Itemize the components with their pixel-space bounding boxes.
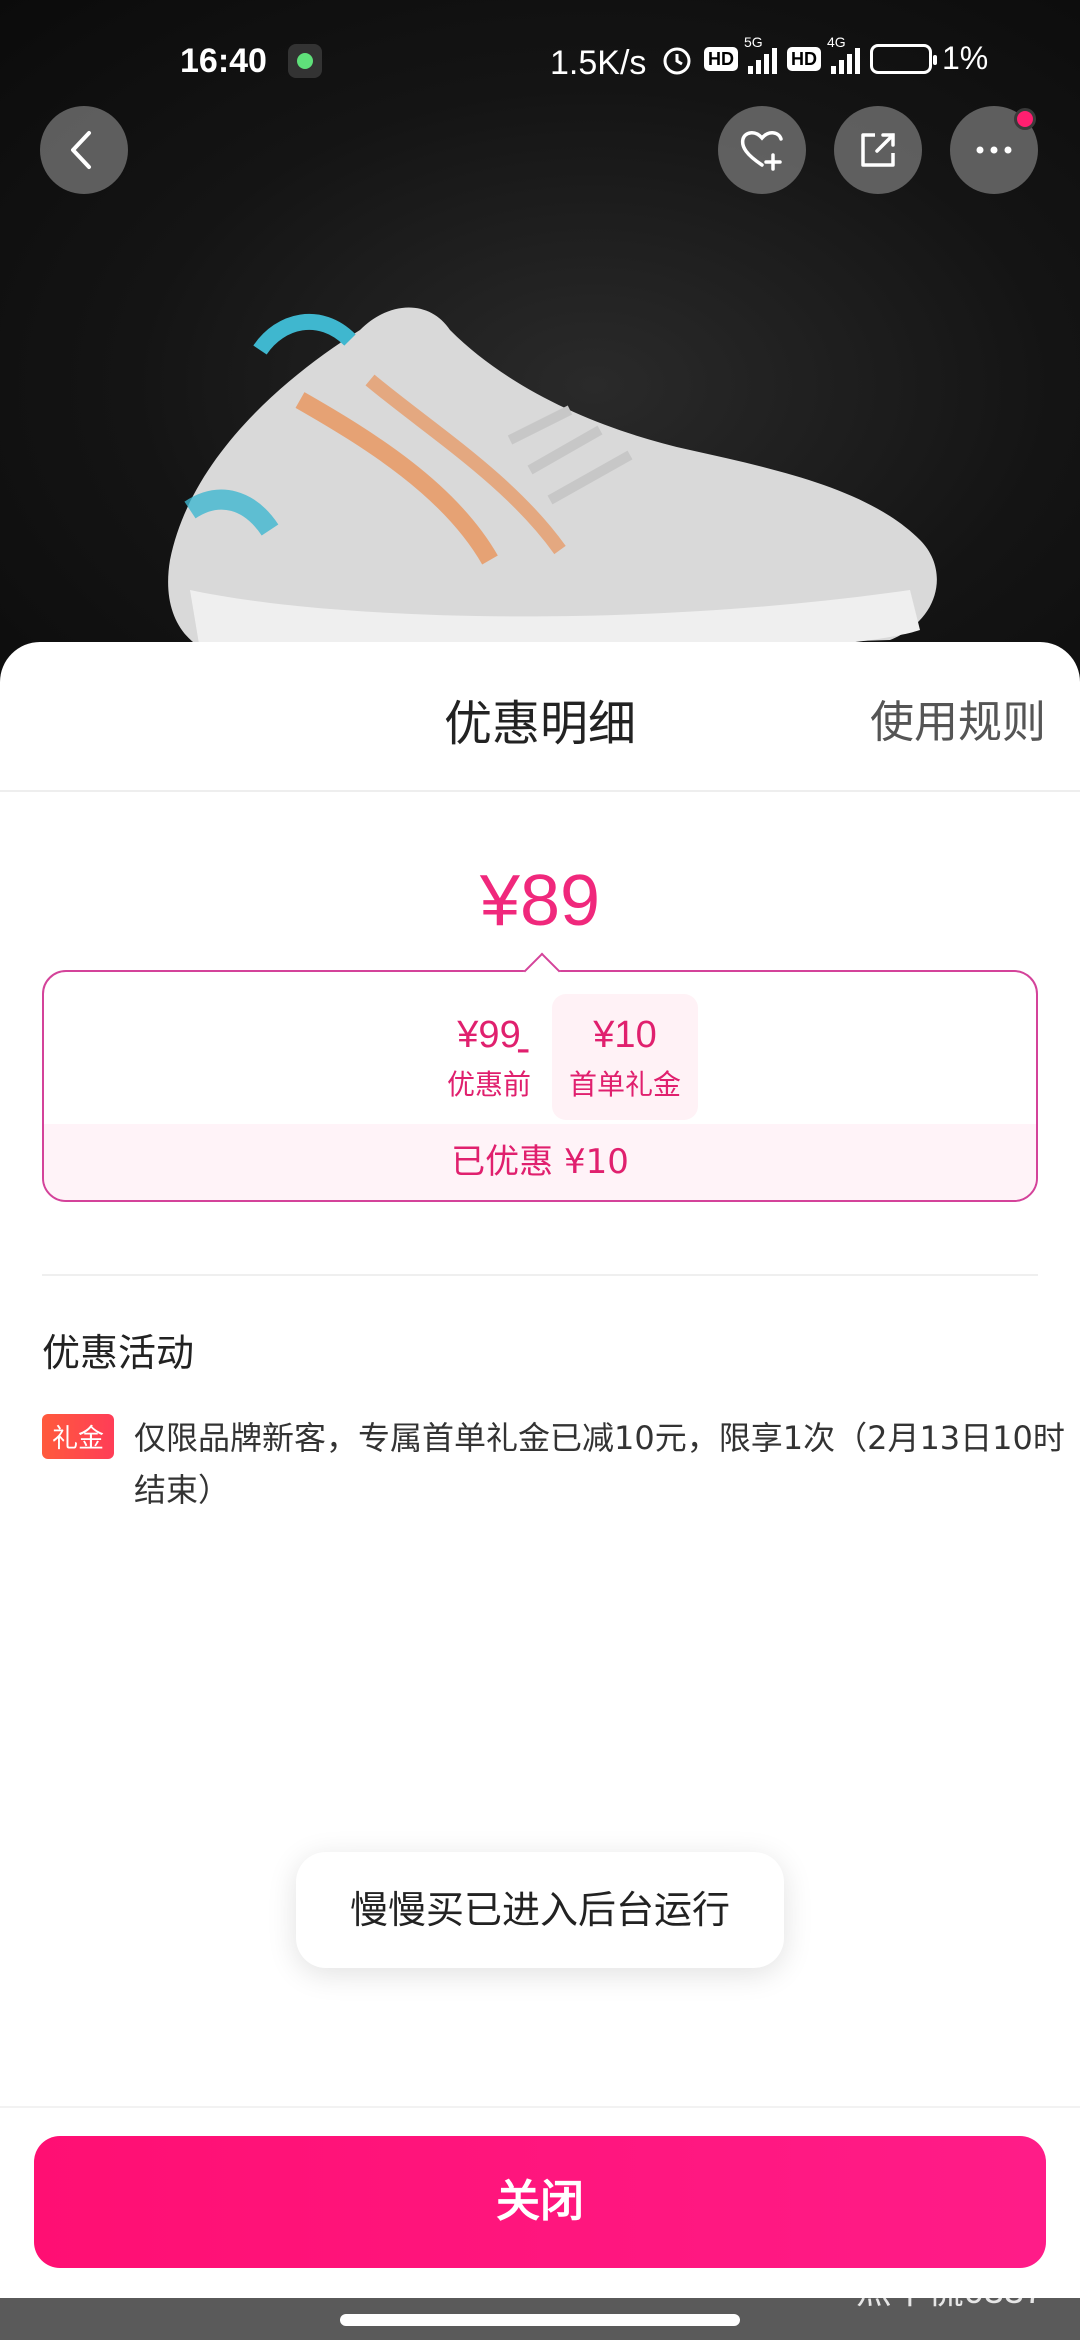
sheet-header: 优惠明细 使用规则: [0, 642, 1080, 792]
gift-discount-item: ¥10 首单礼金: [552, 994, 698, 1120]
app-notification-icon: [288, 44, 322, 78]
section-divider: [42, 1274, 1038, 1276]
status-bar: 16:40 1.5K/s HD 5G HD 4G 1%: [0, 0, 1080, 120]
total-saved: 已优惠 ¥10: [44, 1124, 1036, 1200]
signal-5g-icon: 5G: [744, 34, 777, 74]
favorite-button[interactable]: [718, 106, 806, 194]
back-button[interactable]: [40, 106, 128, 194]
watermark: 一点不慌0337: [819, 2270, 1044, 2311]
home-indicator[interactable]: [340, 2314, 740, 2326]
breakdown-notch: [523, 952, 561, 990]
alarm-icon: [663, 47, 691, 74]
more-button[interactable]: [950, 106, 1038, 194]
minus-sign: -: [516, 1026, 531, 1072]
hd-badge-2: HD: [787, 46, 821, 71]
signal-4g-label: 4G: [827, 33, 846, 50]
status-net-speed: 1.5K/s: [550, 44, 647, 82]
hd-badge: HD: [704, 46, 738, 71]
promo-description: 仅限品牌新客，专属首单礼金已减10元，限享1次（2月13日10时结束）: [134, 1419, 1065, 1509]
status-time: 16:40: [180, 42, 267, 80]
breakdown-row: ¥99 优惠前 - ¥10 首单礼金: [44, 994, 1036, 1120]
share-icon: [861, 133, 895, 167]
promo-section-title: 优惠活动: [42, 1331, 195, 1375]
battery-icon: [870, 43, 937, 74]
battery-percent: 1%: [942, 40, 989, 76]
usage-rules-link[interactable]: 使用规则: [870, 686, 1046, 750]
heart-plus-icon: [740, 131, 783, 171]
product-image-area: 16:40 1.5K/s HD 5G HD 4G 1%: [0, 0, 1080, 700]
more-dots-icon: [976, 146, 1012, 154]
discount-detail-sheet: 优惠明细 使用规则 ¥89 ¥99 优惠前 - ¥10 首单礼金 已优惠 ¥10…: [0, 642, 1080, 2298]
notification-dot: [1014, 108, 1036, 130]
chevron-left-icon: [71, 131, 91, 169]
signal-5g-label: 5G: [744, 33, 763, 50]
gift-label: 首单礼金: [568, 1068, 681, 1101]
background-running-toast: 慢慢买已进入后台运行: [296, 1852, 784, 1968]
signal-4g-icon: 4G: [827, 34, 860, 74]
gift-amount: ¥10: [593, 1014, 657, 1056]
product-shoe-image: [168, 307, 937, 661]
share-button[interactable]: [834, 106, 922, 194]
price-breakdown-box: ¥99 优惠前 - ¥10 首单礼金 已优惠 ¥10: [42, 952, 1038, 1202]
close-button[interactable]: 关闭: [34, 2136, 1046, 2268]
final-price: ¥89: [479, 861, 601, 941]
promo-tag: 礼金: [42, 1414, 115, 1459]
footer-divider: [0, 2106, 1080, 2108]
